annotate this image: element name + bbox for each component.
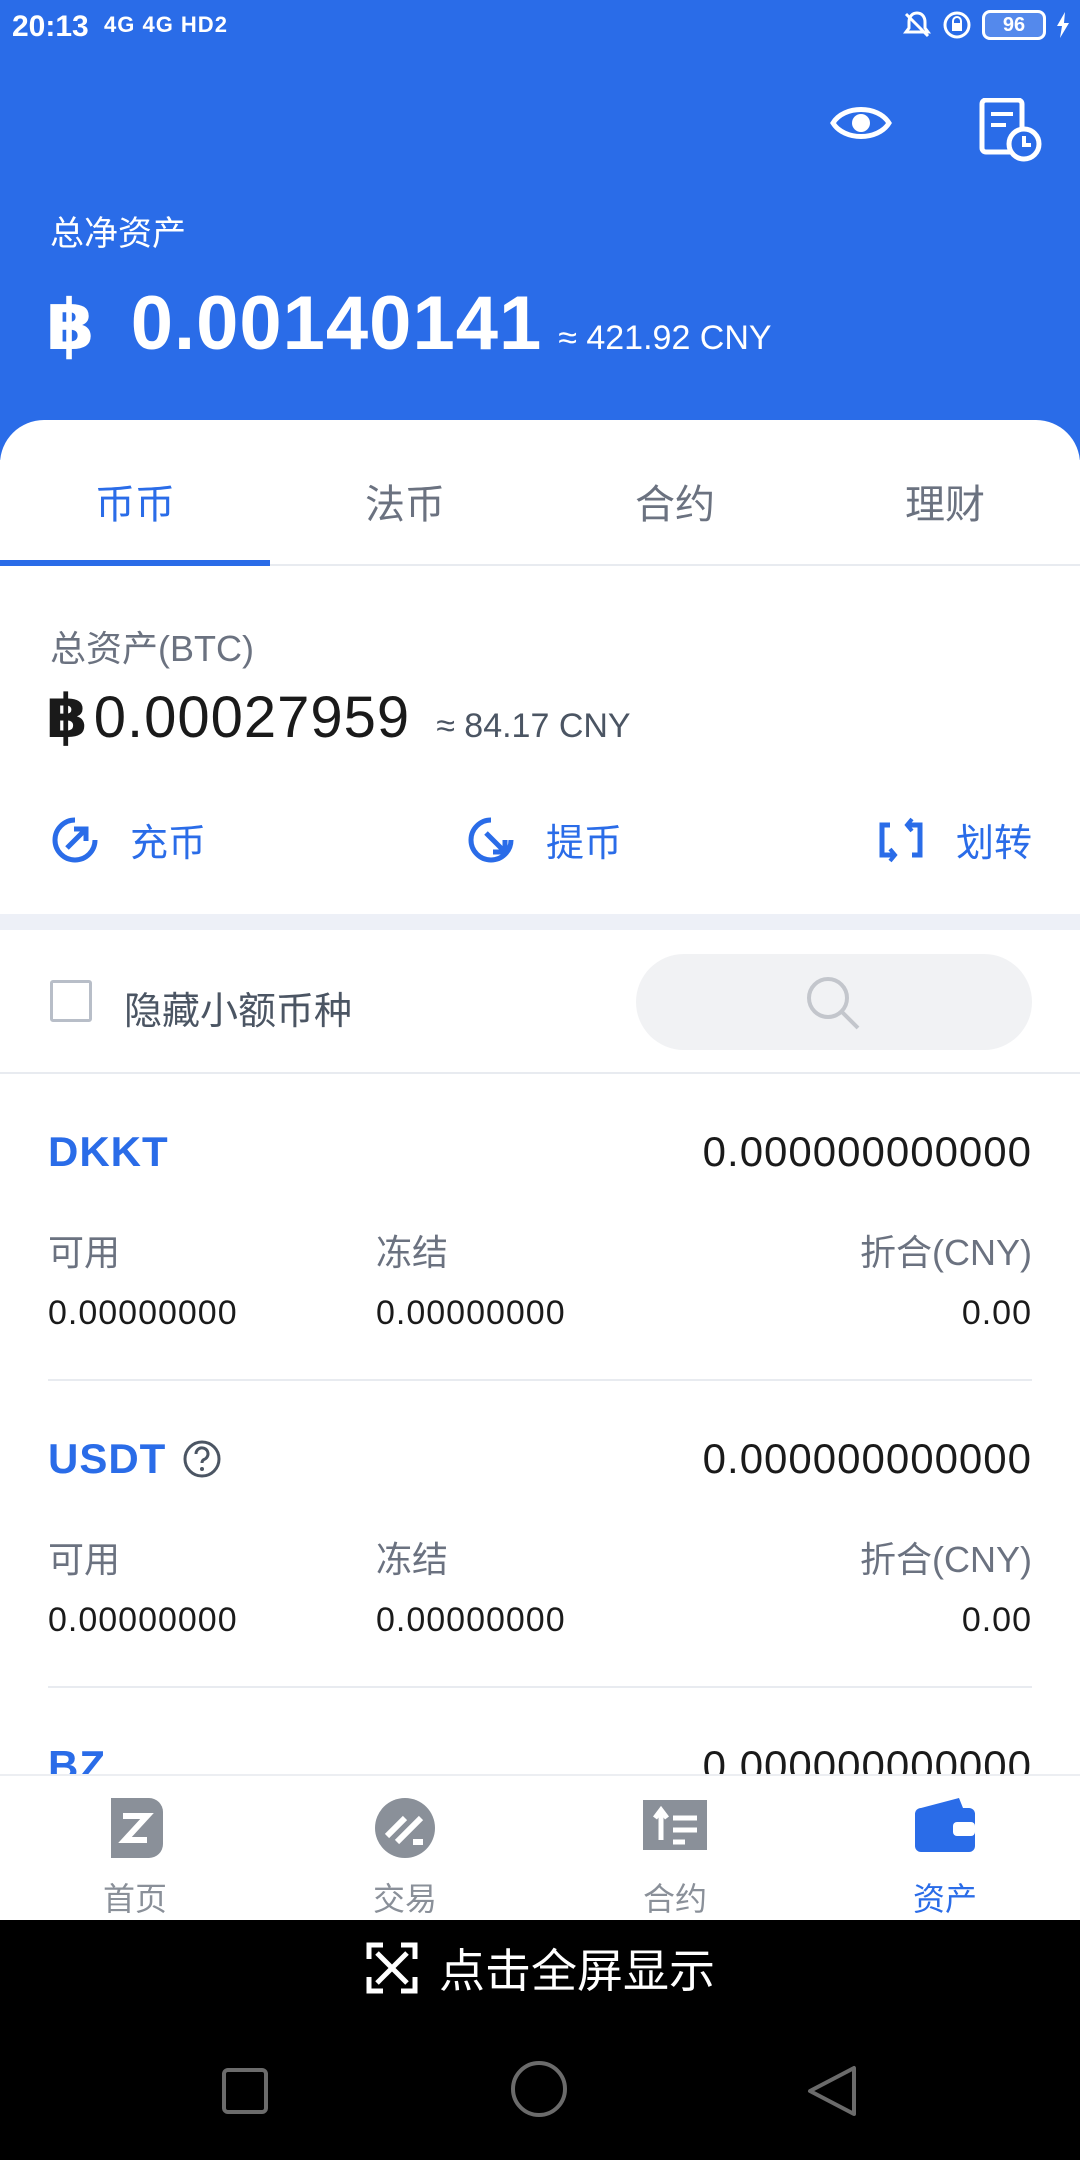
- cny-value: 0.00: [961, 1601, 1032, 1639]
- nav-trade[interactable]: 交易: [270, 1776, 540, 1920]
- assets-card: 币币 法币 合约 理财 总资产(BTC) ฿ 0.00027959 ≈ 84.1…: [0, 420, 1080, 1774]
- lock-rotation-icon: [943, 11, 971, 39]
- frozen-value: 0.00000000: [376, 1601, 566, 1639]
- signal-indicators: 4G 4G HD2: [104, 12, 228, 37]
- total-net-assets: ฿ 0.00140141 ≈ 421.92 CNY: [46, 280, 772, 367]
- status-bar: 20:13 4G 4G HD2 96: [0, 0, 1080, 56]
- account-tabs: 币币 法币 合约 理财: [0, 420, 1080, 566]
- asset-list: DKKT 0.000000000000 可用 0.00000000 冻结 0.0…: [0, 1074, 1080, 1774]
- search-input[interactable]: [636, 954, 1032, 1050]
- bitcoin-icon: ฿: [46, 683, 88, 750]
- asset-name: DKKT: [48, 1128, 169, 1176]
- hide-small-label[interactable]: 隐藏小额币种: [124, 980, 352, 1035]
- header: 20:13 4G 4G HD2 96 总净资产 ฿ 0.00140141 ≈ 4…: [0, 0, 1080, 460]
- asset-total: 0.000000000000: [702, 1435, 1032, 1482]
- wallet-icon: [915, 1798, 975, 1852]
- nav-home-label: 首页: [102, 1881, 167, 1917]
- tab-finance[interactable]: 理财: [810, 420, 1080, 564]
- asset-filter-row: 隐藏小额币种: [0, 930, 1080, 1074]
- nav-assets[interactable]: 资产: [810, 1776, 1080, 1920]
- back-button[interactable]: [806, 2064, 858, 2123]
- nav-assets-label: 资产: [912, 1881, 977, 1917]
- withdraw-label: 提币: [546, 823, 623, 865]
- nav-trade-label: 交易: [372, 1881, 437, 1917]
- tab-spot[interactable]: 币币: [0, 420, 270, 566]
- available-value: 0.00000000: [48, 1294, 238, 1332]
- status-icons: 96: [902, 10, 1070, 40]
- nav-contract[interactable]: 合约: [540, 1776, 810, 1920]
- deposit-label: 充币: [130, 823, 207, 865]
- available-column: 可用 0.00000000: [48, 1224, 238, 1333]
- recents-button[interactable]: [222, 2068, 268, 2119]
- search-icon: [807, 977, 860, 1030]
- bottom-nav: 首页 交易 合约 资产: [0, 1774, 1080, 1920]
- bitcoin-icon: ฿: [46, 286, 95, 364]
- asset-row-dkkt[interactable]: DKKT 0.000000000000 可用 0.00000000 冻结 0.0…: [48, 1074, 1032, 1381]
- frozen-value: 0.00000000: [376, 1294, 566, 1332]
- section-divider: [0, 914, 1080, 930]
- deposit-button[interactable]: 充币: [50, 812, 206, 867]
- transfer-button[interactable]: 划转: [876, 812, 1032, 867]
- records-history-icon[interactable]: [978, 98, 1042, 162]
- bell-off-icon: [903, 11, 931, 38]
- asset-symbol: DKKT: [48, 1128, 169, 1175]
- total-net-assets-cny: ≈ 421.92 CNY: [558, 319, 772, 357]
- frozen-label: 冻结: [376, 1539, 449, 1580]
- trade-icon: [375, 1798, 435, 1858]
- available-column: 可用 0.00000000: [48, 1531, 238, 1640]
- nav-home[interactable]: 首页: [0, 1776, 270, 1920]
- tab-contract[interactable]: 合约: [540, 420, 810, 564]
- frozen-column: 冻结 0.00000000: [376, 1224, 566, 1333]
- cny-column: 折合(CNY) 0.00: [860, 1531, 1032, 1640]
- battery-indicator: 96: [982, 10, 1046, 40]
- system-navigation-bar: [0, 2016, 1080, 2160]
- asset-name: BZ: [48, 1742, 106, 1774]
- deposit-icon: [52, 817, 98, 862]
- frozen-label: 冻结: [376, 1232, 449, 1273]
- asset-row-bz[interactable]: BZ 0.000000000000: [48, 1688, 1032, 1774]
- eye-icon[interactable]: [830, 98, 892, 148]
- fullscreen-icon: [366, 1942, 418, 1994]
- asset-row-usdt[interactable]: USDT 0.000000000000 可用 0.00000000 冻结 0.0…: [48, 1381, 1032, 1688]
- square-icon: [222, 2068, 268, 2114]
- total-net-assets-value: 0.00140141: [130, 281, 543, 366]
- back-triangle-icon: [808, 2066, 856, 2116]
- total-assets-btc: ฿ 0.00027959 ≈ 84.17 CNY: [46, 682, 631, 752]
- available-label: 可用: [48, 1539, 121, 1580]
- asset-total: 0.000000000000: [702, 1128, 1032, 1175]
- contract-icon: [643, 1800, 707, 1850]
- nav-contract-label: 合约: [642, 1881, 707, 1917]
- cny-label: 折合(CNY): [860, 1232, 1032, 1273]
- cny-column: 折合(CNY) 0.00: [860, 1224, 1032, 1333]
- fullscreen-prompt[interactable]: 点击全屏显示: [0, 1920, 1080, 2016]
- hide-small-checkbox[interactable]: [50, 980, 92, 1022]
- home-button[interactable]: [510, 2060, 568, 2123]
- asset-actions: 充币 提币 划转: [0, 800, 1080, 880]
- home-z-icon: [111, 1798, 163, 1858]
- withdraw-icon: [468, 817, 514, 862]
- available-value: 0.00000000: [48, 1601, 238, 1639]
- tab-fiat[interactable]: 法币: [270, 420, 540, 564]
- total-assets-btc-label: 总资产(BTC): [50, 628, 254, 669]
- transfer-icon: [879, 817, 923, 862]
- asset-symbol: USDT: [48, 1435, 167, 1482]
- cny-label: 折合(CNY): [860, 1539, 1032, 1580]
- fullscreen-prompt-label: 点击全屏显示: [439, 1945, 715, 1997]
- status-time: 20:13: [12, 10, 89, 43]
- circle-icon: [511, 2061, 567, 2117]
- total-net-assets-label: 总净资产: [50, 215, 186, 253]
- charging-icon: [1057, 12, 1069, 38]
- withdraw-button[interactable]: 提币: [466, 812, 622, 867]
- total-assets-btc-value: 0.00027959: [93, 685, 411, 750]
- available-label: 可用: [48, 1232, 121, 1273]
- total-assets-cny: ≈ 84.17 CNY: [436, 707, 631, 745]
- asset-symbol: BZ: [48, 1742, 106, 1774]
- asset-total: 0.000000000000: [702, 1742, 1032, 1774]
- transfer-label: 划转: [956, 823, 1033, 865]
- cny-value: 0.00: [961, 1294, 1032, 1332]
- help-icon[interactable]: [182, 1439, 222, 1479]
- asset-name: USDT: [48, 1435, 222, 1483]
- frozen-column: 冻结 0.00000000: [376, 1531, 566, 1640]
